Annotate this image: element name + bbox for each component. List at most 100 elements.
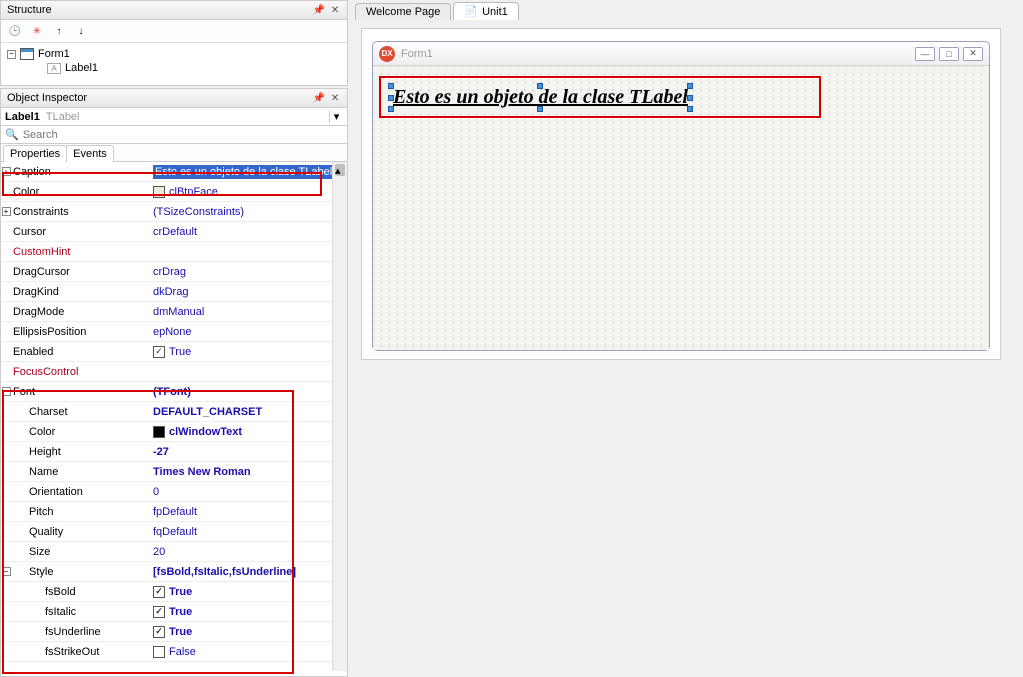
prop-row-font[interactable]: −Font(TFont): [1, 382, 347, 402]
prop-value-fsstrikeout[interactable]: False: [151, 642, 347, 661]
tab-events[interactable]: Events: [66, 145, 114, 162]
selection-handle[interactable]: [537, 106, 543, 112]
expand-icon[interactable]: +: [2, 207, 11, 216]
prop-value-font[interactable]: (TFont): [151, 382, 347, 401]
checkbox-icon[interactable]: ✓: [153, 606, 165, 618]
arrow-down-icon[interactable]: ↓: [73, 23, 89, 39]
prop-value-customhint[interactable]: [151, 242, 347, 261]
prop-row-customhint[interactable]: CustomHint: [1, 242, 347, 262]
label-icon: A: [47, 63, 61, 74]
prop-name-enabled: Enabled: [11, 342, 151, 361]
form-titlebar[interactable]: DX Form1 — □ ✕: [373, 42, 989, 66]
prop-row-name[interactable]: NameTimes New Roman: [1, 462, 347, 482]
selection-handle[interactable]: [687, 106, 693, 112]
prop-row-fsbold[interactable]: fsBold✓True: [1, 582, 347, 602]
property-grid: ›CaptionEsto es un objeto de la clase TL…: [1, 162, 347, 671]
selection-handle[interactable]: [687, 95, 693, 101]
prop-value-fsbold[interactable]: ✓True: [151, 582, 347, 601]
checkbox-icon[interactable]: ✓: [153, 626, 165, 638]
prop-row-ellipsisposition[interactable]: EllipsisPositionepNone: [1, 322, 347, 342]
selection-handle[interactable]: [388, 95, 394, 101]
prop-row-pitch[interactable]: PitchfpDefault: [1, 502, 347, 522]
expand-icon[interactable]: ›: [2, 167, 11, 176]
pin-icon[interactable]: 📌: [313, 92, 325, 104]
prop-value-dragcursor[interactable]: crDrag: [151, 262, 347, 281]
prop-name-fsunderline: fsUnderline: [11, 622, 151, 641]
prop-value-constraints[interactable]: (TSizeConstraints): [151, 202, 347, 221]
close-icon[interactable]: ✕: [329, 92, 341, 104]
prop-row-enabled[interactable]: Enabled✓True: [1, 342, 347, 362]
expand-icon[interactable]: −: [2, 387, 11, 396]
prop-row-dragkind[interactable]: DragKinddkDrag: [1, 282, 347, 302]
selection-handle[interactable]: [687, 83, 693, 89]
selection-handle[interactable]: [388, 106, 394, 112]
minimize-button[interactable]: —: [915, 47, 935, 61]
checkbox-icon[interactable]: ✓: [153, 586, 165, 598]
selection-handle[interactable]: [537, 83, 543, 89]
inspector-object-selector[interactable]: Label1 TLabel ▾: [1, 108, 347, 126]
checkbox-icon[interactable]: ✓: [153, 346, 165, 358]
prop-value-color[interactable]: clWindowText: [151, 422, 347, 441]
form-window[interactable]: DX Form1 — □ ✕ Esto es un objeto de la c…: [372, 41, 990, 351]
prop-row-color[interactable]: ColorclWindowText: [1, 422, 347, 442]
search-input[interactable]: [23, 129, 343, 141]
prop-row-fsstrikeout[interactable]: fsStrikeOutFalse: [1, 642, 347, 662]
collapse-icon[interactable]: −: [7, 50, 16, 59]
selection-handle[interactable]: [388, 83, 394, 89]
pin-icon[interactable]: 📌: [313, 4, 325, 16]
prop-value-dragmode[interactable]: dmManual: [151, 302, 347, 321]
prop-row-orientation[interactable]: Orientation0: [1, 482, 347, 502]
prop-row-style[interactable]: −Style[fsBold,fsItalic,fsUnderline]: [1, 562, 347, 582]
prop-value-fsitalic[interactable]: ✓True: [151, 602, 347, 621]
tab-unit1[interactable]: 📄 Unit1: [453, 2, 518, 20]
prop-value-quality[interactable]: fqDefault: [151, 522, 347, 541]
prop-value-name[interactable]: Times New Roman: [151, 462, 347, 481]
scroll-up-icon[interactable]: ▴: [335, 164, 345, 176]
prop-row-focuscontrol[interactable]: FocusControl: [1, 362, 347, 382]
tree-node-label[interactable]: A Label1: [7, 61, 341, 75]
close-button[interactable]: ✕: [963, 47, 983, 61]
prop-value-dragkind[interactable]: dkDrag: [151, 282, 347, 301]
checkbox-icon[interactable]: [153, 646, 165, 658]
prop-row-color[interactable]: ColorclBtnFace: [1, 182, 347, 202]
prop-value-fsunderline[interactable]: ✓True: [151, 622, 347, 641]
dropdown-icon[interactable]: ▾: [329, 110, 343, 123]
expand-icon[interactable]: −: [2, 567, 11, 576]
tool-red-icon[interactable]: ✳: [29, 23, 45, 39]
prop-row-fsunderline[interactable]: fsUnderline✓True: [1, 622, 347, 642]
prop-value-caption[interactable]: Esto es un objeto de la clase TLabel: [151, 162, 347, 181]
prop-row-dragmode[interactable]: DragModedmManual: [1, 302, 347, 322]
prop-value-ellipsisposition[interactable]: epNone: [151, 322, 347, 341]
arrow-up-icon[interactable]: ↑: [51, 23, 67, 39]
prop-value-pitch[interactable]: fpDefault: [151, 502, 347, 521]
prop-value-cursor[interactable]: crDefault: [151, 222, 347, 241]
prop-row-size[interactable]: Size20: [1, 542, 347, 562]
prop-name-orientation: Orientation: [11, 482, 151, 501]
prop-value-style[interactable]: [fsBold,fsItalic,fsUnderline]: [151, 562, 347, 581]
prop-value-enabled[interactable]: ✓True: [151, 342, 347, 361]
close-icon[interactable]: ✕: [329, 4, 341, 16]
prop-row-cursor[interactable]: CursorcrDefault: [1, 222, 347, 242]
prop-name-style: Style: [11, 562, 151, 581]
prop-value-height[interactable]: -27: [151, 442, 347, 461]
prop-row-charset[interactable]: CharsetDEFAULT_CHARSET: [1, 402, 347, 422]
prop-value-size[interactable]: 20: [151, 542, 347, 561]
prop-row-quality[interactable]: QualityfqDefault: [1, 522, 347, 542]
prop-row-caption[interactable]: ›CaptionEsto es un objeto de la clase TL…: [1, 162, 347, 182]
prop-row-dragcursor[interactable]: DragCursorcrDrag: [1, 262, 347, 282]
prop-value-focuscontrol[interactable]: [151, 362, 347, 381]
object-type: TLabel: [46, 111, 80, 123]
prop-row-constraints[interactable]: +Constraints(TSizeConstraints): [1, 202, 347, 222]
tree-node-form[interactable]: − Form1: [7, 47, 341, 61]
prop-value-orientation[interactable]: 0: [151, 482, 347, 501]
tab-welcome[interactable]: Welcome Page: [355, 3, 451, 20]
tool-blue-icon[interactable]: 🕒: [7, 23, 23, 39]
prop-value-color[interactable]: clBtnFace: [151, 182, 347, 201]
prop-value-charset[interactable]: DEFAULT_CHARSET: [151, 402, 347, 421]
vertical-scrollbar[interactable]: ▴: [332, 162, 347, 671]
maximize-button[interactable]: □: [939, 47, 959, 61]
form-body[interactable]: Esto es un objeto de la clase TLabel: [373, 66, 989, 350]
prop-row-fsitalic[interactable]: fsItalic✓True: [1, 602, 347, 622]
prop-row-height[interactable]: Height-27: [1, 442, 347, 462]
tab-properties[interactable]: Properties: [3, 145, 67, 162]
